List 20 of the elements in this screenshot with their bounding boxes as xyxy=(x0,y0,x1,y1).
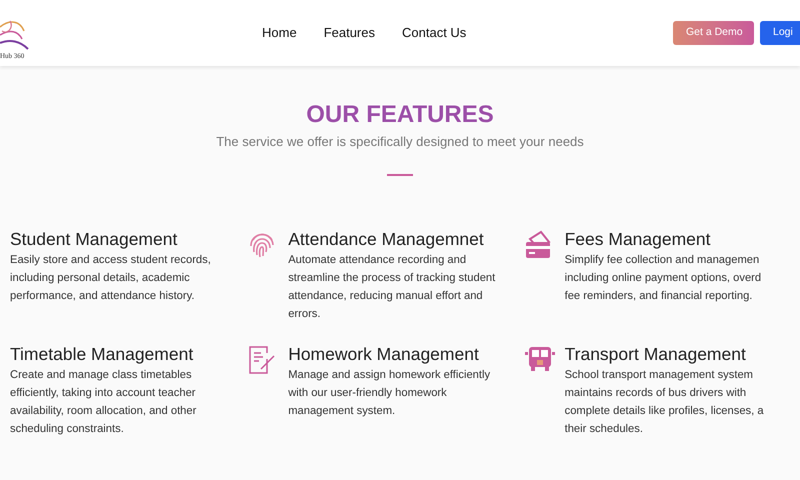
feature-description: Simplify fee collection and managemen including online payment options, overd fee reminders, and financial reporting. xyxy=(564,252,762,304)
login-button[interactable]: Logi xyxy=(760,21,800,45)
feature-title: Fees Management xyxy=(564,228,712,250)
section-subtitle: The service we offer is specifically designed to meet your needs xyxy=(216,133,584,151)
feature-description: Manage and assign homework efficiently with our user-friendly homework management system. xyxy=(288,368,490,418)
feature-title: Homework Management xyxy=(288,342,480,364)
feature-description: Create and manage class timetables efficiently, taking into account teacher availability, room allocation, and other scheduling constraints. xyxy=(10,368,196,436)
nav-link[interactable]: Contact Us xyxy=(402,23,466,43)
feature-title: Student Management xyxy=(10,228,178,250)
feature-description: School transport management system maintains records of bus drivers with complete details like profiles, licenses, a their schedules. xyxy=(564,368,764,436)
document-edit-icon xyxy=(247,344,278,374)
feature-description: Automate attendance recording and streamline the process of tracking student attendance, reducing manual effort and errors. xyxy=(288,252,496,322)
bus-icon xyxy=(524,344,556,372)
feature-description: Easily store and access student records, including personal details, academic performance, and attendance history. xyxy=(10,252,211,304)
section-title: OUR FEATURES xyxy=(306,101,494,129)
nav-link[interactable]: Home xyxy=(262,23,297,43)
nav-link[interactable]: Features xyxy=(324,23,375,43)
feature-title: Attendance Managemnet xyxy=(288,228,485,250)
feature-title: Transport Management xyxy=(564,342,747,364)
feature-title: Timetable Management xyxy=(10,342,194,364)
